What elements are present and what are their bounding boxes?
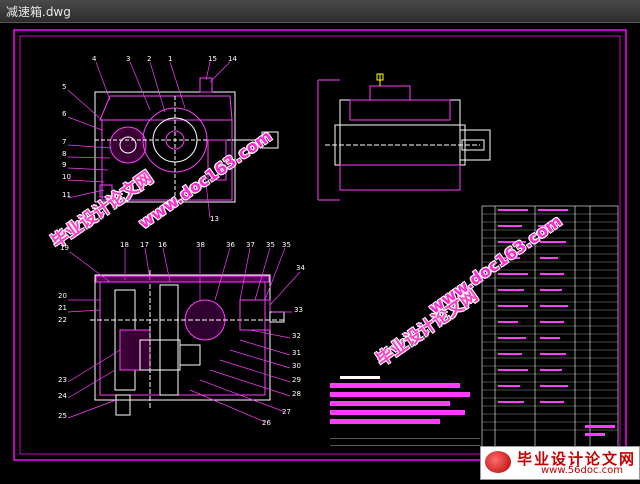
svg-text:22: 22 <box>58 316 67 324</box>
svg-text:11: 11 <box>62 191 71 199</box>
plan-view <box>90 270 285 416</box>
svg-text:30: 30 <box>292 362 301 370</box>
svg-text:5: 5 <box>62 83 66 91</box>
cad-drawing: 432 1 15 14 567 8910 1113 19 18 17 16 38… <box>13 29 627 461</box>
svg-text:13: 13 <box>210 215 219 223</box>
front-labels: 4 3 2 1 15 14 5 6 7 8 9 10 11 13 <box>62 55 237 223</box>
side-view <box>317 73 491 201</box>
title-bar[interactable]: 减速箱.dwg <box>0 0 640 23</box>
svg-text:1: 1 <box>168 55 172 63</box>
tech-requirements <box>330 376 470 424</box>
svg-text:14: 14 <box>228 55 237 63</box>
svg-text:27: 27 <box>282 408 291 416</box>
window-title: 减速箱.dwg <box>6 5 71 19</box>
svg-text:8: 8 <box>62 150 66 158</box>
svg-text:6: 6 <box>62 110 67 118</box>
cad-window: 减速箱.dwg 4 3 2 1 15 14 5 6 7 8 9 10 11 13… <box>0 0 640 480</box>
svg-text:16: 16 <box>158 241 167 249</box>
svg-text:24: 24 <box>58 392 67 400</box>
svg-text:10: 10 <box>62 173 71 181</box>
svg-text:25: 25 <box>58 412 67 420</box>
svg-text:28: 28 <box>292 390 301 398</box>
svg-text:33: 33 <box>294 306 303 314</box>
svg-text:29: 29 <box>292 376 301 384</box>
svg-text:2: 2 <box>147 55 151 63</box>
svg-text:26: 26 <box>262 419 271 427</box>
svg-text:35: 35 <box>266 241 275 249</box>
svg-text:38: 38 <box>196 241 205 249</box>
svg-text:36: 36 <box>226 241 235 249</box>
svg-text:17: 17 <box>140 241 149 249</box>
svg-text:32: 32 <box>292 332 301 340</box>
svg-text:34: 34 <box>296 264 305 272</box>
svg-text:18: 18 <box>120 241 129 249</box>
svg-text:9: 9 <box>62 161 66 169</box>
grid-dots <box>330 438 480 446</box>
logo-mark-icon <box>485 451 511 473</box>
svg-text:35: 35 <box>282 241 291 249</box>
svg-text:23: 23 <box>58 376 67 384</box>
svg-text:4: 4 <box>92 55 97 63</box>
svg-text:15: 15 <box>208 55 217 63</box>
svg-text:21: 21 <box>58 304 67 312</box>
svg-text:20: 20 <box>58 292 67 300</box>
logo-url: www.56doc.com <box>541 465 624 476</box>
svg-text:37: 37 <box>246 241 255 249</box>
svg-text:3: 3 <box>126 55 130 63</box>
drawing-canvas[interactable]: 432 1 15 14 567 8 9 10 11 13 19 18 17 16… <box>0 22 640 480</box>
site-logo: 毕业设计论文网 www.56doc.com <box>480 446 640 480</box>
svg-text:31: 31 <box>292 349 301 357</box>
svg-text:7: 7 <box>62 138 66 146</box>
